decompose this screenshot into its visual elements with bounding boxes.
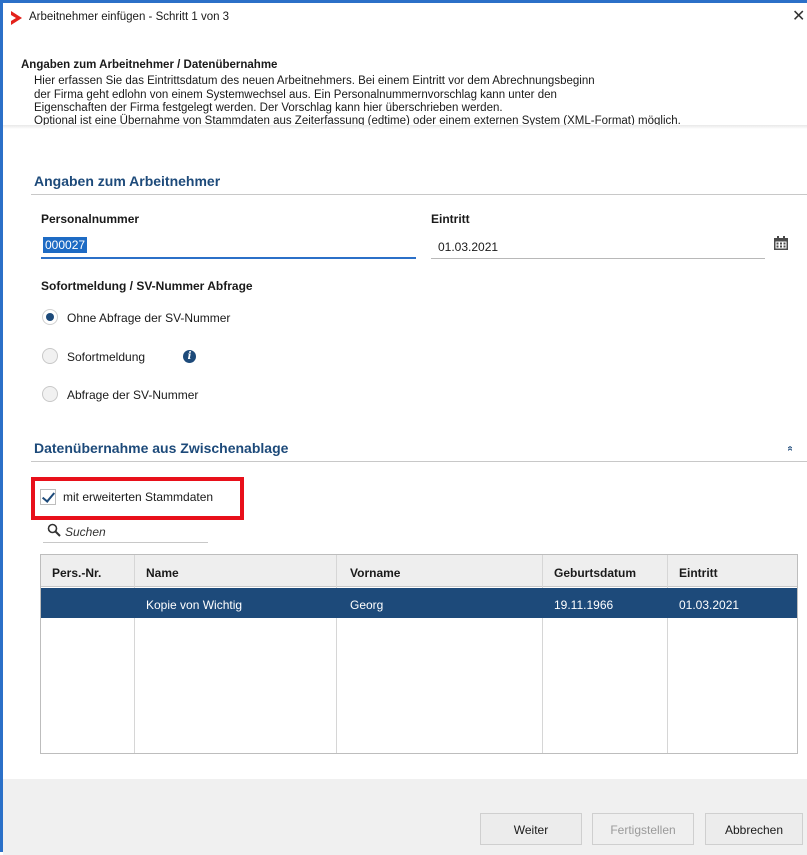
info-text-line: Hier erfassen Sie das Eintrittsdatum des… (34, 75, 595, 87)
column-divider (542, 555, 543, 753)
eintritt-label: Eintritt (431, 212, 470, 226)
column-header-persnr[interactable]: Pers.-Nr. (52, 566, 101, 580)
radio-label[interactable]: Sofortmeldung (67, 350, 145, 364)
radio-label[interactable]: Abfrage der SV-Nummer (67, 388, 198, 402)
radio-ohne-abfrage[interactable] (42, 309, 58, 325)
column-divider (134, 555, 135, 753)
column-divider (667, 555, 668, 753)
data-table: Pers.-Nr. Name Vorname Geburtsdatum Eint… (40, 554, 798, 754)
divider (3, 125, 807, 129)
column-header-name[interactable]: Name (146, 566, 179, 580)
info-title: Angaben zum Arbeitnehmer / Datenübernahm… (21, 59, 278, 71)
cell-eintritt[interactable]: 01.03.2021 (679, 598, 739, 612)
checkbox-label[interactable]: mit erweiterten Stammdaten (63, 490, 213, 504)
divider (31, 461, 807, 462)
column-header-geburtsdatum[interactable]: Geburtsdatum (554, 566, 636, 580)
column-header-vorname[interactable]: Vorname (350, 566, 400, 580)
search-icon (47, 523, 61, 537)
radio-abfrage-sv[interactable] (42, 386, 58, 402)
radio-label[interactable]: Ohne Abfrage der SV-Nummer (67, 311, 230, 325)
personalnummer-input[interactable] (41, 233, 416, 259)
window-title: Arbeitnehmer einfügen - Schritt 1 von 3 (29, 11, 230, 23)
app-logo-icon (11, 11, 22, 25)
info-icon[interactable]: i (183, 350, 196, 363)
column-divider (336, 555, 337, 753)
sv-abfrage-label: Sofortmeldung / SV-Nummer Abfrage (41, 279, 253, 293)
calendar-icon[interactable] (773, 235, 789, 251)
fertigstellen-button[interactable]: Fertigstellen (592, 813, 694, 845)
personalnummer-value[interactable]: 000027 (43, 237, 88, 253)
info-text-line: Eigenschaften der Firma festgelegt werde… (34, 102, 503, 114)
erweiterte-stammdaten-checkbox[interactable] (40, 489, 56, 505)
search-placeholder: Suchen (65, 525, 106, 539)
dialog-window: Arbeitnehmer einfügen - Schritt 1 von 3 … (0, 0, 807, 855)
abbrechen-button[interactable]: Abbrechen (705, 813, 803, 845)
section-title-employee: Angaben zum Arbeitnehmer (34, 173, 221, 189)
close-icon[interactable]: ✕ (792, 6, 805, 26)
cell-vorname[interactable]: Georg (350, 598, 383, 612)
divider (31, 194, 807, 195)
weiter-button[interactable]: Weiter (480, 813, 582, 845)
info-text-line: der Firma geht edlohn von einem Systemwe… (34, 89, 557, 101)
title-bar[interactable]: Arbeitnehmer einfügen - Schritt 1 von 3 … (3, 3, 807, 31)
cell-name[interactable]: Kopie von Wichtig (146, 598, 242, 612)
section-title-import: Datenübernahme aus Zwischenablage (34, 440, 289, 456)
column-header-eintritt[interactable]: Eintritt (679, 566, 718, 580)
cell-geburtsdatum[interactable]: 19.11.1966 (554, 598, 613, 612)
eintritt-date-value[interactable]: 01.03.2021 (438, 240, 498, 254)
radio-sofortmeldung[interactable] (42, 348, 58, 364)
double-chevron-up-icon[interactable]: » (784, 446, 795, 452)
personalnummer-label: Personalnummer (41, 212, 140, 226)
